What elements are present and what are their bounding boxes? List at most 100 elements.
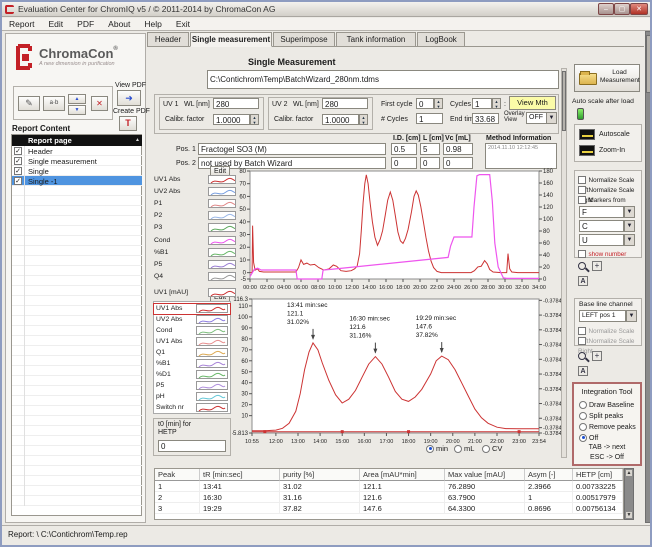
view-mth-button[interactable]: View Mth [509,96,556,110]
delete-page-icon[interactable]: ✕ [91,96,108,111]
pos1-id-field[interactable]: 0.5 [391,143,417,155]
edit-pencil-icon[interactable]: ✎ [18,96,40,111]
content-scrollbar[interactable] [561,68,567,458]
marker-3-dropdown-icon[interactable]: ▼ [624,234,635,246]
uv2-calibr-field[interactable]: 1.0000 [322,114,359,125]
chart2-legend-swatch[interactable] [196,315,228,324]
magnifier2-icon[interactable] [578,352,586,360]
cycles-spinner[interactable]: ▲▼ [492,98,501,109]
ab-compare-icon[interactable]: a·b [43,96,65,111]
pos1-vc-field[interactable]: 0.98 [443,143,473,155]
tab-tank-information[interactable]: Tank information [336,32,416,47]
chart2-legend-swatch[interactable] [196,348,228,357]
led-indicator[interactable] [577,108,584,120]
cycles-field[interactable]: 1 [472,98,492,109]
chart2-legend-swatch[interactable] [196,392,228,401]
maximize-button[interactable]: ▢ [614,3,630,15]
chart2-legend-row[interactable]: P5 [154,381,230,391]
x-unit-radio-CV[interactable]: CV [482,443,502,453]
report-row-header[interactable]: ✓Header [12,146,142,156]
zoom-in-button[interactable]: Zoom-In [599,147,625,154]
close-button[interactable]: ✕ [630,3,648,15]
chart1-legend-swatch[interactable] [208,236,236,245]
report-content-table[interactable]: Report page▲✓Header✓Single measurement✓S… [11,134,142,516]
report-row-single-measurement[interactable]: ✓Single measurement [12,156,142,166]
chart1[interactable]: 80706050403020100-5180160140120100806040… [232,166,566,293]
report-table-scroll-up-icon[interactable]: ▲ [133,135,142,146]
end-time-field[interactable]: 33.68 [472,113,499,124]
chart2-legend-row[interactable]: Q1 [154,348,230,358]
num-cycles-field[interactable]: 1 [416,113,443,124]
report-row-single[interactable]: ✓Single [12,166,142,176]
chart2-legend-swatch[interactable] [196,326,228,335]
marker-channel-3-select[interactable]: U [579,234,624,246]
chart2-legend-row[interactable]: %B1 [154,359,230,369]
pos1-name-field[interactable]: Fractogel SO3 (M) [198,143,386,155]
uv1-wl-field[interactable]: 280 [213,98,259,109]
uv2-wl-field[interactable]: 280 [322,98,368,109]
markers-from-checkbox[interactable]: Markers from [578,194,626,204]
x-unit-radio-mL[interactable]: mL [454,443,474,453]
chart2-legend-row[interactable]: Cond [154,326,230,336]
integration-radio-draw-baseline[interactable]: Draw Baseline [579,399,634,409]
integration-radio-off[interactable]: Off [579,432,598,442]
marker-channel-1-select[interactable]: F [579,206,624,218]
chart1-legend-swatch[interactable] [208,211,236,220]
row-checkbox[interactable]: ✓ [14,157,22,165]
show-number-checkbox[interactable]: show number [578,248,626,258]
chart1-legend-swatch[interactable] [208,288,236,297]
load-measurement-button[interactable]: Load Measurement [574,64,640,92]
chart1-legend-swatch[interactable] [208,272,236,281]
uv1-calibr-field[interactable]: 1.0000 [213,114,250,125]
menu-item-exit[interactable]: Exit [169,18,197,30]
chart2[interactable]: 116.3110100908070605040302010-5.813-0.37… [232,292,568,452]
create-pdf-button[interactable]: T [119,116,137,131]
chart1-legend-swatch[interactable] [208,187,236,196]
chart2-legend-swatch[interactable] [196,381,228,390]
zoom-plus-icon[interactable]: + [592,261,602,271]
uv1-calibr-spinner[interactable]: ▲▼ [250,114,259,125]
menu-item-pdf[interactable]: PDF [70,18,101,30]
integration-radio-remove-peaks[interactable]: Remove peaks [579,421,636,431]
x-unit-radio-min[interactable]: min [426,443,448,453]
row-checkbox[interactable]: ✓ [14,147,22,155]
first-cycle-spinner[interactable]: ▲▼ [434,98,443,109]
marker-1-dropdown-icon[interactable]: ▼ [624,206,635,218]
magnifier-icon[interactable] [578,262,586,270]
chart2-legend-swatch[interactable] [196,337,228,346]
zoom-plus2-icon[interactable]: + [592,351,602,361]
view-pdf-button[interactable]: ➜ [117,90,141,106]
baseline-normalize-right-checkbox[interactable]: Normalize Scale Right [578,335,641,355]
chart2-legend-row[interactable]: Switch nr [154,403,230,413]
menu-item-about[interactable]: About [101,18,137,30]
chart2-legend-swatch[interactable] [196,370,228,379]
scroll-down-icon[interactable]: ▼ [626,512,632,518]
autoscale-button[interactable]: Autoscale [599,131,630,138]
integration-radio-split-peaks[interactable]: Split peaks [579,410,623,420]
chart2-legend-row[interactable]: UV1 Abs [154,304,230,314]
chart2-legend-row[interactable]: pH [154,392,230,402]
move-up-icon[interactable]: ▲ [68,94,86,104]
tab-header[interactable]: Header [147,32,189,47]
chart2-legend-row[interactable]: UV1 Abs [154,337,230,347]
overlay-dropdown-arrow-icon[interactable]: ▼ [546,112,557,124]
tab-superimpose[interactable]: Superimpose [273,32,335,47]
report-row-single--1[interactable]: ✓Single -1 [12,176,142,186]
menu-item-help[interactable]: Help [137,18,168,30]
chart2-legend-swatch[interactable] [196,304,228,313]
menu-item-edit[interactable]: Edit [42,18,71,30]
chart2-legend-swatch[interactable] [196,403,228,412]
menu-item-report[interactable]: Report [2,18,42,30]
marker-2-dropdown-icon[interactable]: ▼ [624,220,635,232]
move-down-icon[interactable]: ▼ [68,105,86,115]
file-path-field[interactable]: C:\Contichrom\Temp\BatchWizard_280nm.tdm… [207,70,559,89]
scroll-up-icon[interactable]: ▲ [626,470,632,476]
marker-channel-2-select[interactable]: C [579,220,624,232]
row-checkbox[interactable]: ✓ [14,177,22,185]
chart2-legend-row[interactable]: UV2 Abs [154,315,230,325]
peaks-table[interactable]: PeaktR [min:sec]purity [%]Area [mAU*min]… [154,468,624,520]
first-cycle-field[interactable]: 0 [416,98,434,109]
overlay-view-select[interactable]: OFF [526,112,547,124]
title-bar[interactable]: Evaluation Center for ChromIQ v5 / © 201… [2,2,650,17]
chart1-legend-swatch[interactable] [208,260,236,269]
